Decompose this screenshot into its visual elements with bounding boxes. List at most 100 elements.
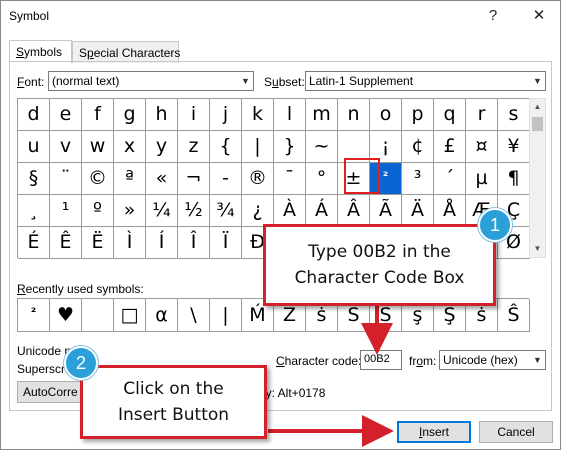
scroll-up-icon[interactable]: ▲ bbox=[530, 99, 545, 115]
tab-special-accel: p bbox=[87, 46, 94, 60]
symbol-cell[interactable]: i bbox=[178, 99, 210, 131]
callout-2-line2: Insert Button bbox=[117, 405, 230, 425]
symbol-cell[interactable]: ¥ bbox=[498, 131, 530, 163]
font-dropdown[interactable]: (normal text) ▼ bbox=[48, 71, 254, 91]
cancel-button[interactable]: Cancel bbox=[479, 421, 553, 443]
subset-label-accel: u bbox=[272, 75, 279, 89]
symbol-cell[interactable]: § bbox=[18, 163, 50, 195]
character-code-text: haracter code: bbox=[284, 354, 362, 368]
symbol-cell[interactable]: Ï bbox=[210, 227, 242, 259]
symbol-cell[interactable]: ¢ bbox=[402, 131, 434, 163]
recent-symbol-cell[interactable]: □ bbox=[114, 299, 146, 332]
symbol-cell[interactable]: y bbox=[146, 131, 178, 163]
symbol-cell[interactable]: p bbox=[402, 99, 434, 131]
symbol-cell[interactable]: e bbox=[50, 99, 82, 131]
symbol-cell[interactable]: g bbox=[114, 99, 146, 131]
symbol-cell[interactable]: v bbox=[50, 131, 82, 163]
symbol-cell[interactable]: { bbox=[210, 131, 242, 163]
symbol-cell[interactable]: Á bbox=[306, 195, 338, 227]
recent-symbol-cell[interactable]: Ŝ bbox=[498, 299, 530, 332]
symbol-cell[interactable]: ¤ bbox=[466, 131, 498, 163]
recent-symbol-cell[interactable]: ² bbox=[18, 299, 50, 332]
symbol-cell[interactable]: ¹ bbox=[50, 195, 82, 227]
symbol-cell[interactable]: w bbox=[82, 131, 114, 163]
symbol-cell[interactable]: ¿ bbox=[242, 195, 274, 227]
symbol-cell[interactable]: ¾ bbox=[210, 195, 242, 227]
tab-special-characters[interactable]: Special Characters bbox=[72, 41, 180, 63]
symbol-cell[interactable]: ¨ bbox=[50, 163, 82, 195]
symbol-cell[interactable]: ¶ bbox=[498, 163, 530, 195]
symbol-cell[interactable]: ¼ bbox=[146, 195, 178, 227]
symbol-cell[interactable]: ´ bbox=[434, 163, 466, 195]
recently-used-label: Recently used symbols: bbox=[17, 282, 144, 296]
symbol-cell[interactable]: © bbox=[82, 163, 114, 195]
symbol-cell[interactable]: Ì bbox=[114, 227, 146, 259]
from-label-text: m: bbox=[423, 354, 437, 368]
symbol-cell[interactable]: k bbox=[242, 99, 274, 131]
symbol-cell[interactable]: « bbox=[146, 163, 178, 195]
symbol-cell[interactable]: r bbox=[466, 99, 498, 131]
subset-dropdown[interactable]: Latin-1 Supplement ▼ bbox=[305, 71, 546, 91]
symbol-cell[interactable]: Ë bbox=[82, 227, 114, 259]
recent-symbol-cell[interactable]: | bbox=[210, 299, 242, 332]
from-dropdown[interactable]: Unicode (hex) ▼ bbox=[439, 350, 546, 370]
symbol-cell[interactable]: Î bbox=[178, 227, 210, 259]
recent-symbol-cell[interactable] bbox=[82, 299, 114, 332]
symbol-cell[interactable]: s bbox=[498, 99, 530, 131]
symbol-cell[interactable]: Ê bbox=[50, 227, 82, 259]
tab-special-prefix: S bbox=[79, 46, 88, 60]
insert-button[interactable]: Insert bbox=[397, 421, 471, 443]
symbol-cell[interactable]: À bbox=[274, 195, 306, 227]
symbol-cell[interactable]: f bbox=[82, 99, 114, 131]
symbol-cell[interactable]: £ bbox=[434, 131, 466, 163]
symbol-cell[interactable]: º bbox=[82, 195, 114, 227]
callout-1-line1: Type 00B2 in the bbox=[308, 242, 451, 262]
callout-character-code: Type 00B2 in the Character Code Box bbox=[263, 224, 496, 306]
symbol-cell[interactable]: ¸ bbox=[18, 195, 50, 227]
symbol-cell[interactable]: µ bbox=[466, 163, 498, 195]
scroll-thumb[interactable] bbox=[532, 117, 543, 131]
symbol-cell[interactable]: u bbox=[18, 131, 50, 163]
symbol-cell[interactable]: d bbox=[18, 99, 50, 131]
recent-symbol-cell[interactable]: α bbox=[146, 299, 178, 332]
recent-symbol-cell[interactable]: \ bbox=[178, 299, 210, 332]
scroll-down-icon[interactable]: ▼ bbox=[530, 241, 545, 257]
symbol-cell[interactable]: » bbox=[114, 195, 146, 227]
symbol-cell[interactable]: n bbox=[338, 99, 370, 131]
symbol-cell[interactable]: z bbox=[178, 131, 210, 163]
symbol-cell[interactable]: ¯ bbox=[274, 163, 306, 195]
symbol-cell[interactable]: Ä bbox=[402, 195, 434, 227]
symbol-cell[interactable]: Ã bbox=[370, 195, 402, 227]
help-icon[interactable]: ? bbox=[473, 3, 513, 29]
symbol-cell[interactable]: ~ bbox=[306, 131, 338, 163]
symbol-cell[interactable]: q bbox=[434, 99, 466, 131]
symbol-cell[interactable]: h bbox=[146, 99, 178, 131]
close-icon[interactable]: ✕ bbox=[519, 3, 559, 29]
symbol-grid-scrollbar[interactable]: ▲ ▼ bbox=[529, 98, 546, 258]
symbol-cell[interactable]: j bbox=[210, 99, 242, 131]
symbol-cell[interactable]: Å bbox=[434, 195, 466, 227]
symbol-cell[interactable]: Â bbox=[338, 195, 370, 227]
symbol-cell[interactable]: ° bbox=[306, 163, 338, 195]
symbol-cell[interactable]: ¬ bbox=[178, 163, 210, 195]
symbol-cell[interactable]: x bbox=[114, 131, 146, 163]
recent-symbol-cell[interactable]: ♥ bbox=[50, 299, 82, 332]
tab-symbols[interactable]: Symbols bbox=[9, 40, 72, 63]
symbol-cell[interactable]: ½ bbox=[178, 195, 210, 227]
chevron-down-icon: ▼ bbox=[237, 72, 253, 90]
symbol-cell[interactable]: É bbox=[18, 227, 50, 259]
callout-2-badge: 2 bbox=[64, 346, 98, 380]
recently-used-text: ecently used symbols: bbox=[25, 282, 144, 296]
symbol-cell[interactable]: o bbox=[370, 99, 402, 131]
symbol-cell[interactable]: ª bbox=[114, 163, 146, 195]
symbol-cell[interactable]: l bbox=[274, 99, 306, 131]
symbol-cell[interactable]: Í bbox=[146, 227, 178, 259]
character-code-input[interactable]: 00B2 bbox=[360, 350, 402, 370]
symbol-cell[interactable]: - bbox=[210, 163, 242, 195]
symbol-cell[interactable]: ³ bbox=[402, 163, 434, 195]
symbol-cell[interactable]: ® bbox=[242, 163, 274, 195]
callout-insert-button: Click on the Insert Button bbox=[80, 365, 267, 439]
symbol-cell[interactable]: } bbox=[274, 131, 306, 163]
symbol-cell[interactable]: m bbox=[306, 99, 338, 131]
symbol-cell[interactable]: | bbox=[242, 131, 274, 163]
